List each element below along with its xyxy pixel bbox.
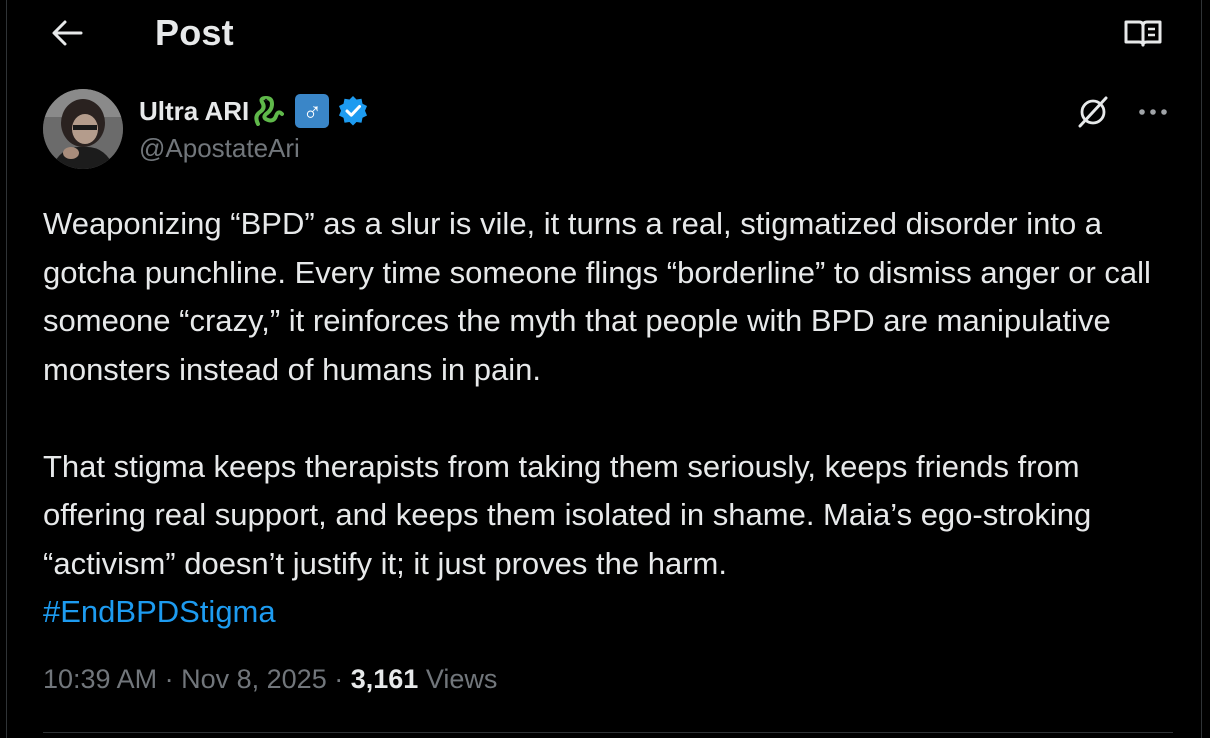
more-options-button[interactable] xyxy=(1133,92,1173,132)
post-date[interactable]: Nov 8, 2025 xyxy=(181,664,327,694)
divider xyxy=(43,732,1173,733)
book-open-icon xyxy=(1124,20,1162,47)
snake-icon xyxy=(254,96,285,126)
page-title: Post xyxy=(155,12,234,53)
verified-badge[interactable] xyxy=(337,95,369,127)
page-header: Post xyxy=(7,0,1201,66)
avatar[interactable] xyxy=(43,89,123,169)
meta-separator-2: · xyxy=(334,664,344,694)
grok-button[interactable] xyxy=(1073,92,1113,132)
post-metadata: 10:39 AM · Nov 8, 2025 · 3,161 Views xyxy=(43,664,497,695)
author-name-row[interactable]: Ultra ARI ♂ xyxy=(139,92,369,130)
post-detail-page: Post Ultra ARI ♂ @ApostateAri Weaponizin… xyxy=(6,0,1202,738)
grok-icon xyxy=(1078,96,1108,128)
verified-check-icon xyxy=(339,96,368,126)
reader-mode-button[interactable] xyxy=(1121,15,1165,51)
arrow-left-icon xyxy=(52,20,83,46)
views-label: Views xyxy=(425,664,498,694)
back-button[interactable] xyxy=(47,15,87,51)
snake-emoji xyxy=(251,95,285,127)
hashtag-link[interactable]: #EndBPDStigma xyxy=(43,594,276,629)
meta-separator-1: · xyxy=(164,664,174,694)
post-text: Weaponizing “BPD” as a slur is vile, it … xyxy=(43,200,1183,637)
avatar-image xyxy=(43,89,123,169)
post-paragraph-2: That stigma keeps therapists from taking… xyxy=(43,443,1183,637)
post-paragraph-1: Weaponizing “BPD” as a slur is vile, it … xyxy=(43,206,1151,387)
more-horizontal-icon xyxy=(1139,109,1167,115)
post-time[interactable]: 10:39 AM xyxy=(43,664,157,694)
views-count: 3,161 xyxy=(350,664,419,694)
user-handle[interactable]: @ApostateAri xyxy=(139,133,300,164)
post-paragraph-2-text: That stigma keeps therapists from taking… xyxy=(43,448,1092,581)
male-sign-badge: ♂ xyxy=(295,94,330,128)
display-name[interactable]: Ultra ARI xyxy=(139,96,249,127)
